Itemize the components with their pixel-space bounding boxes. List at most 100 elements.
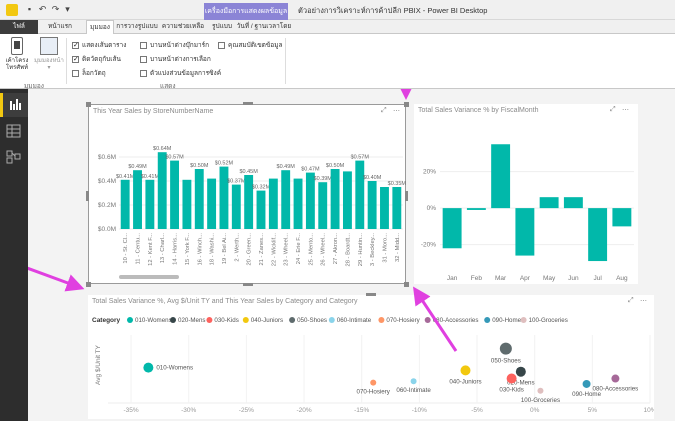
data-label: $0.50M (190, 163, 209, 169)
redo-icon[interactable]: ↷ (50, 4, 61, 15)
checkbox-box[interactable] (72, 69, 79, 77)
x-tick-label: 14 - Harris... (173, 233, 179, 265)
checkbox-bookmarks-pane[interactable]: บานหน้าต่างบุ๊กมาร์ก (140, 40, 209, 50)
x-tick-label: Aug (616, 275, 628, 282)
checkbox-sync-slicers[interactable]: ตัวแบ่งส่วนข้อมูลการซิงค์ (140, 68, 221, 78)
x-tick-label: 29 - Huntin... (358, 233, 364, 267)
bar (231, 184, 241, 229)
report-view-button[interactable] (0, 93, 28, 117)
resize-handle-top[interactable] (243, 102, 253, 105)
quick-access-dropdown-icon[interactable]: ▾ (62, 4, 73, 15)
checkbox-show-gridlines[interactable]: ✓ แสดงเส้นตาราง (72, 40, 126, 50)
model-view-button[interactable] (0, 145, 28, 169)
bar (219, 166, 229, 229)
visual-scatter-by-category[interactable]: Total Sales Variance %, Avg $/Unit TY an… (88, 293, 654, 419)
x-tick-label: 28 - Boardt... (345, 233, 351, 267)
visual-sales-by-store[interactable]: This Year Sales by StoreNumberName ⤢ ⋯ $… (86, 102, 409, 287)
tab-file[interactable]: ไฟล์ (0, 20, 38, 34)
page-view-dropdown-icon: ▾ (47, 65, 51, 71)
data-label: $0.47M (301, 167, 320, 173)
resize-handle-left[interactable] (86, 191, 89, 201)
x-tick-label: Jul (593, 275, 602, 282)
scatter-point (143, 362, 154, 373)
legend-marker (206, 317, 213, 323)
save-icon[interactable]: ▪ (24, 4, 35, 15)
checkbox-box[interactable] (140, 41, 147, 49)
undo-icon[interactable]: ↶ (37, 4, 48, 15)
data-label: $0.49M (277, 164, 296, 170)
x-tick-label: -20% (296, 407, 311, 414)
x-tick-label: 12 - Kent F... (148, 233, 154, 266)
checkbox-box[interactable] (140, 55, 147, 63)
bar (466, 208, 486, 210)
x-tick-label: 23 - Wheel... (284, 233, 290, 266)
checkbox-box[interactable] (218, 41, 225, 49)
visual-sales-variance-by-month[interactable]: Total Sales Variance % by FiscalMonth ⤢ … (414, 104, 638, 284)
x-tick-label: 27 - Akron... (333, 233, 339, 265)
bar (318, 182, 328, 229)
bar (330, 169, 340, 229)
legend-item: 070-Hosiery (386, 317, 420, 324)
tab-modeling[interactable]: การวางรูปแบบ (116, 20, 158, 34)
resize-handle-corner[interactable] (86, 102, 91, 107)
point-label: 010-Womens (156, 365, 193, 372)
legend-marker (484, 317, 491, 323)
point-label: 070-Hosiery (357, 389, 391, 396)
y-tick-label: $0.0M (98, 226, 116, 233)
horizontal-scrollbar[interactable] (119, 275, 179, 279)
data-label: $0.64M (153, 146, 172, 152)
bar (244, 175, 254, 229)
data-label: $0.41M (141, 174, 160, 180)
legend-marker (424, 317, 431, 323)
point-label: 030-Kids (499, 387, 523, 394)
checkbox-box[interactable] (140, 69, 147, 77)
data-label: $0.37M (227, 179, 246, 185)
legend-marker (289, 317, 296, 323)
checkbox-label: บานหน้าต่างการเลือก (150, 56, 211, 63)
x-tick-label: 25 - Mento... (308, 233, 314, 266)
resize-handle-bottom[interactable] (243, 283, 253, 286)
x-tick-label: 2 - Werth... (234, 233, 240, 262)
x-tick-label: 10% (643, 407, 654, 414)
page-view-button[interactable]: มุมมองหน้า ▾ (34, 37, 64, 72)
bar (491, 144, 511, 209)
y-tick-label: $0.6M (98, 154, 116, 161)
tab-help[interactable]: ความช่วยเหลือ (160, 20, 206, 34)
bar (342, 171, 352, 229)
checkbox-box[interactable]: ✓ (72, 55, 79, 63)
checkbox-field-properties[interactable]: คุณสมบัติเขตข้อมูล (218, 40, 282, 50)
x-tick-label: 11 - Centu... (136, 233, 142, 265)
tab-format[interactable]: รูปแบบ (208, 20, 236, 34)
point-label: 100-Groceries (521, 397, 560, 404)
report-canvas[interactable]: This Year Sales by StoreNumberName ⤢ ⋯ $… (28, 89, 675, 421)
tab-home[interactable]: หน้าแรก (40, 20, 80, 34)
checkbox-label: ตัวแบ่งส่วนข้อมูลการซิงค์ (150, 70, 222, 77)
legend-item: 040-Juniors (251, 317, 283, 324)
data-view-button[interactable] (0, 119, 28, 143)
phone-layout-label: เค้าโครงโทรศัพท์ (5, 58, 29, 71)
legend-marker (378, 317, 385, 323)
resize-handle-right[interactable] (405, 191, 408, 201)
checkbox-lock-objects[interactable]: ล็อกวัตถุ (72, 68, 106, 78)
phone-layout-button[interactable]: เค้าโครงโทรศัพท์ (2, 37, 32, 72)
bar (539, 197, 559, 209)
scatter-point (506, 373, 517, 384)
legend-item: 020-Mens (178, 317, 206, 324)
checkbox-box[interactable]: ✓ (72, 41, 79, 49)
bar (120, 179, 130, 229)
resize-handle-corner[interactable] (86, 282, 91, 287)
tab-view[interactable]: มุมมอง (86, 20, 114, 35)
checkbox-snap-to-grid[interactable]: ✓ ติดวัตถุกับเส้น (72, 54, 121, 64)
legend-marker (127, 317, 133, 323)
bar (145, 179, 155, 229)
data-label: $0.57M (165, 155, 184, 161)
legend-marker (242, 317, 249, 323)
page-view-icon (40, 37, 58, 55)
tab-data-drill[interactable]: วันที่ / ฐานเวลาโดย (236, 20, 292, 34)
checkbox-selection-pane[interactable]: บานหน้าต่างการเลือก (140, 54, 211, 64)
resize-handle-corner[interactable] (404, 102, 409, 107)
x-tick-label: 31 - Moro... (382, 233, 388, 263)
resize-handle-corner[interactable] (404, 282, 409, 287)
ribbon-tabs: ไฟล์ หน้าแรก มุมมอง การวางรูปแบบ ความช่ว… (0, 20, 675, 35)
x-tick-label: Apr (520, 275, 531, 282)
